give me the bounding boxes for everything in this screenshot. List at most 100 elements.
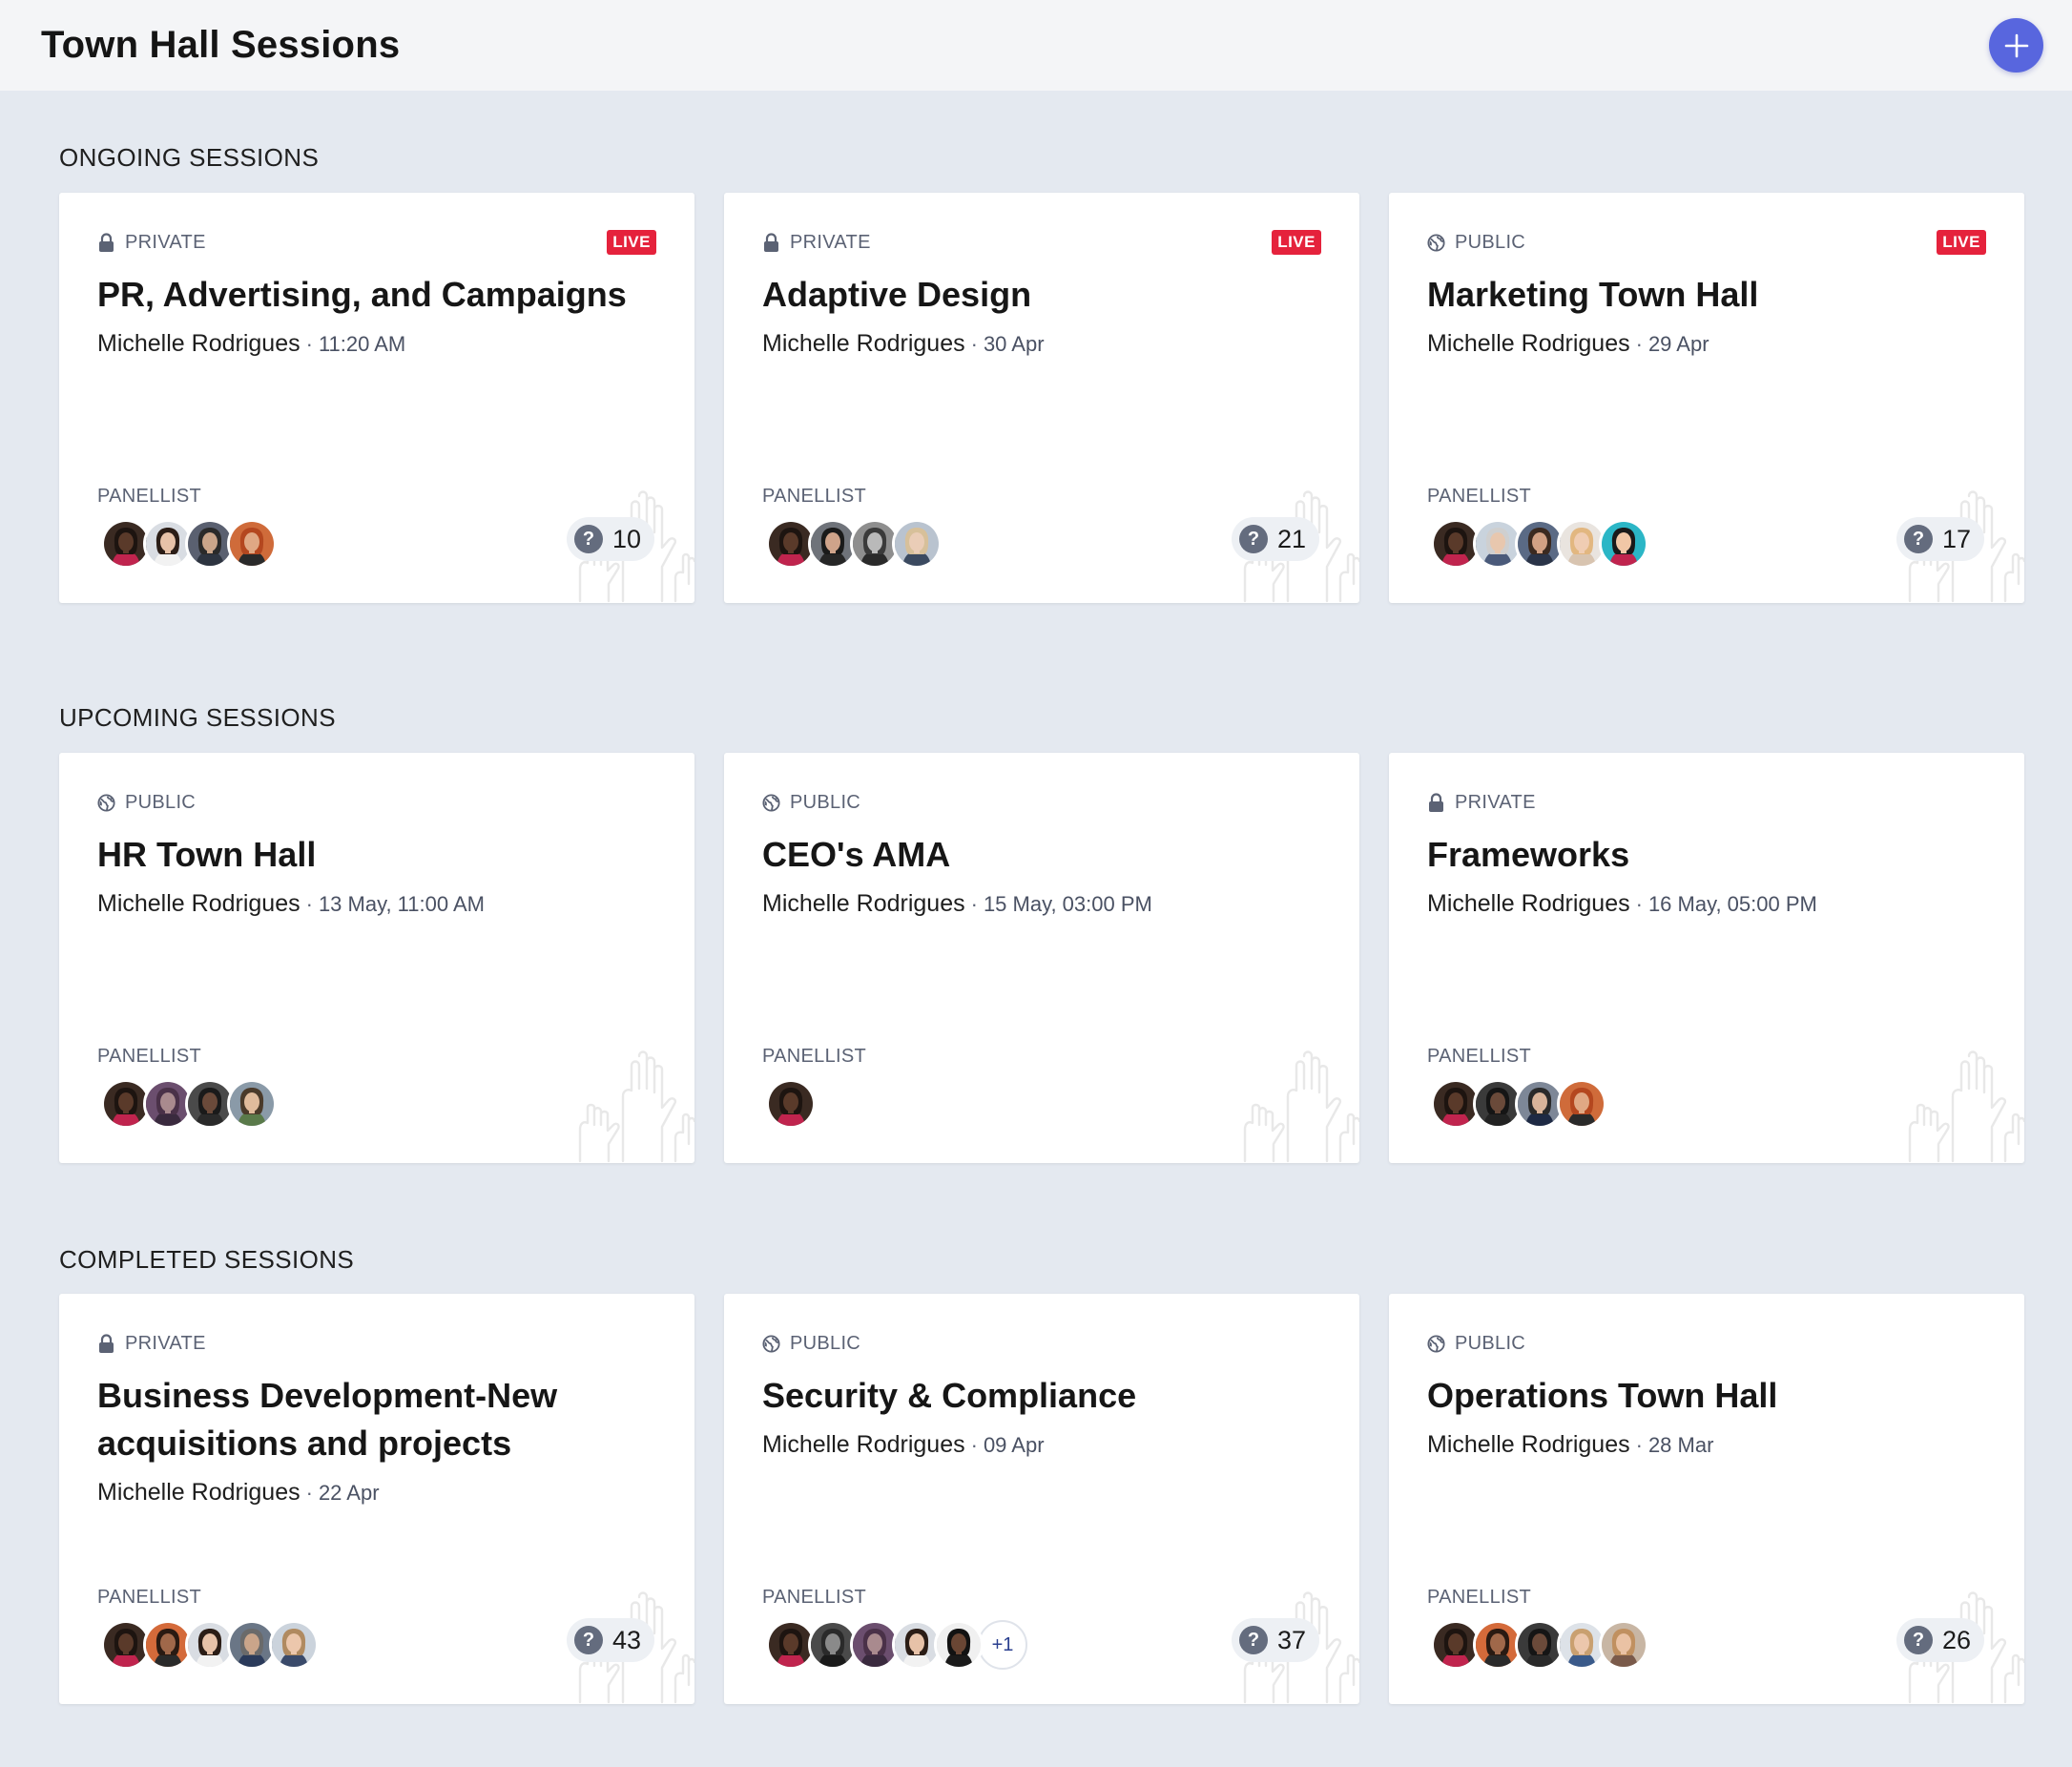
panellist: PANELLIST	[97, 486, 277, 569]
visibility-label: PUBLIC	[762, 1333, 860, 1355]
live-badge: LIVE	[1272, 230, 1321, 255]
panellist-label: PANELLIST	[1427, 1046, 1532, 1067]
session-meta: Michelle Rodrigues · 29 Apr	[1427, 330, 1986, 358]
questions-count[interactable]: ? 37	[1231, 1618, 1319, 1662]
panellist-label: PANELLIST	[97, 1046, 202, 1067]
panellist-label: PANELLIST	[97, 1587, 202, 1608]
panellist-label: PANELLIST	[1427, 486, 1532, 507]
panellist-label: PANELLIST	[1427, 1587, 1532, 1608]
session-card[interactable]: PUBLIC Operations Town Hall Michelle Rodri…	[1389, 1294, 2024, 1704]
card-header: PRIVATE	[97, 1328, 656, 1359]
session-title[interactable]: Operations Town Hall	[1427, 1372, 1986, 1420]
separator-dot: ·	[305, 1481, 313, 1505]
session-meta: Michelle Rodrigues · 30 Apr	[762, 330, 1321, 358]
panellist-label: PANELLIST	[762, 486, 867, 507]
session-title[interactable]: Business Development-New acquisitions an…	[97, 1372, 656, 1467]
question-icon: ?	[573, 1626, 603, 1654]
visibility-label: PUBLIC	[1427, 232, 1525, 254]
host-name: Michelle Rodrigues	[97, 890, 300, 917]
separator-dot: ·	[1635, 1433, 1643, 1457]
session-time: 16 May, 05:00 PM	[1647, 892, 1817, 916]
session-time: 30 Apr	[983, 332, 1045, 356]
session-title[interactable]: Security & Compliance	[762, 1372, 1321, 1420]
session-meta: Michelle Rodrigues · 13 May, 11:00 AM	[97, 890, 656, 918]
panellist-label: PANELLIST	[762, 1046, 867, 1067]
visibility-label: PUBLIC	[762, 792, 860, 814]
raised-hands-icon	[1900, 1039, 2024, 1163]
panellist-avatars: +1	[766, 1620, 1027, 1670]
avatar[interactable]	[934, 1620, 984, 1670]
host-name: Michelle Rodrigues	[1427, 1431, 1630, 1458]
section-title: ONGOING SESSIONS	[59, 143, 320, 172]
session-meta: Michelle Rodrigues · 15 May, 03:00 PM	[762, 890, 1321, 918]
session-meta: Michelle Rodrigues · 16 May, 05:00 PM	[1427, 890, 1986, 918]
host-name: Michelle Rodrigues	[1427, 330, 1630, 357]
avatar[interactable]	[1557, 1079, 1606, 1129]
panellist-avatars	[101, 1079, 277, 1129]
panellist: PANELLIST	[97, 1046, 277, 1129]
globe-icon	[1427, 233, 1445, 253]
panellist-avatars	[766, 519, 942, 569]
panellist-avatars	[766, 1079, 866, 1129]
session-title[interactable]: Marketing Town Hall	[1427, 271, 1986, 319]
session-meta: Michelle Rodrigues · 11:20 AM	[97, 330, 656, 358]
questions-count[interactable]: ? 26	[1896, 1618, 1984, 1662]
session-title[interactable]: Frameworks	[1427, 831, 1986, 879]
session-card[interactable]: PUBLIC CEO's AMA Michelle Rodrigues · 15 May…	[724, 753, 1359, 1163]
question-icon: ?	[1238, 1626, 1268, 1654]
session-grid: PRIVATE Business Development-New acquisit…	[59, 1294, 2024, 1704]
session-time: 09 Apr	[983, 1433, 1045, 1457]
questions-count[interactable]: ? 10	[566, 517, 654, 561]
panellist: PANELLIST	[1427, 486, 1648, 569]
separator-dot: ·	[305, 892, 313, 916]
avatar[interactable]	[269, 1620, 319, 1670]
session-card[interactable]: PUBLIC Security & Compliance Michelle Rodr…	[724, 1294, 1359, 1704]
session-time: 15 May, 03:00 PM	[983, 892, 1152, 916]
visibility-label: PRIVATE	[97, 232, 206, 254]
avatar[interactable]	[892, 519, 942, 569]
panellist: PANELLIST +1	[762, 1587, 1027, 1670]
avatar[interactable]	[1599, 1620, 1648, 1670]
plus-icon	[2004, 33, 2028, 57]
session-title[interactable]: Adaptive Design	[762, 271, 1321, 319]
question-icon: ?	[1903, 525, 1933, 553]
session-meta: Michelle Rodrigues · 09 Apr	[762, 1431, 1321, 1459]
session-title[interactable]: CEO's AMA	[762, 831, 1321, 879]
questions-count[interactable]: ? 43	[566, 1618, 654, 1662]
panellist-label: PANELLIST	[97, 486, 202, 507]
session-title[interactable]: HR Town Hall	[97, 831, 656, 879]
session-card[interactable]: PUBLIC HR Town Hall Michelle Rodrigues · 13 …	[59, 753, 694, 1163]
avatar[interactable]	[766, 1079, 816, 1129]
session-card[interactable]: PUBLIC LIVE Marketing Town Hall Michelle Ro…	[1389, 193, 2024, 603]
host-name: Michelle Rodrigues	[762, 1431, 965, 1458]
visibility-text: PRIVATE	[125, 1332, 206, 1354]
live-badge: LIVE	[607, 230, 656, 255]
avatar[interactable]	[227, 1079, 277, 1129]
raised-hands-icon	[1235, 1039, 1359, 1163]
globe-icon	[1427, 1334, 1445, 1354]
add-session-button[interactable]	[1989, 18, 2043, 73]
panellist: PANELLIST	[762, 1046, 866, 1129]
host-name: Michelle Rodrigues	[762, 890, 965, 917]
session-card[interactable]: PRIVATE Business Development-New acquisit…	[59, 1294, 694, 1704]
separator-dot: ·	[305, 332, 313, 356]
session-card[interactable]: PRIVATE Frameworks Michelle Rodrigues · 16 M…	[1389, 753, 2024, 1163]
card-header: PUBLIC	[1427, 1328, 1986, 1359]
session-card[interactable]: PRIVATE LIVE PR, Advertising, and Campaign…	[59, 193, 694, 603]
question-icon: ?	[573, 525, 603, 553]
session-card[interactable]: PRIVATE LIVE Adaptive Design Michelle Rodri…	[724, 193, 1359, 603]
questions-count-value: 43	[611, 1625, 641, 1654]
questions-count[interactable]: ? 21	[1231, 517, 1319, 561]
more-panellists-button[interactable]: +1	[978, 1620, 1027, 1670]
card-header: PRIVATE LIVE	[762, 227, 1321, 258]
card-header: PUBLIC	[762, 1328, 1321, 1359]
lock-icon	[762, 232, 780, 253]
avatar[interactable]	[227, 519, 277, 569]
lock-icon	[1427, 792, 1445, 813]
page-title: Town Hall Sessions	[41, 24, 401, 66]
avatar[interactable]	[1599, 519, 1648, 569]
session-title[interactable]: PR, Advertising, and Campaigns	[97, 271, 656, 319]
questions-count-value: 26	[1941, 1625, 1971, 1654]
questions-count[interactable]: ? 17	[1896, 517, 1984, 561]
session-meta: Michelle Rodrigues · 28 Mar	[1427, 1431, 1986, 1459]
